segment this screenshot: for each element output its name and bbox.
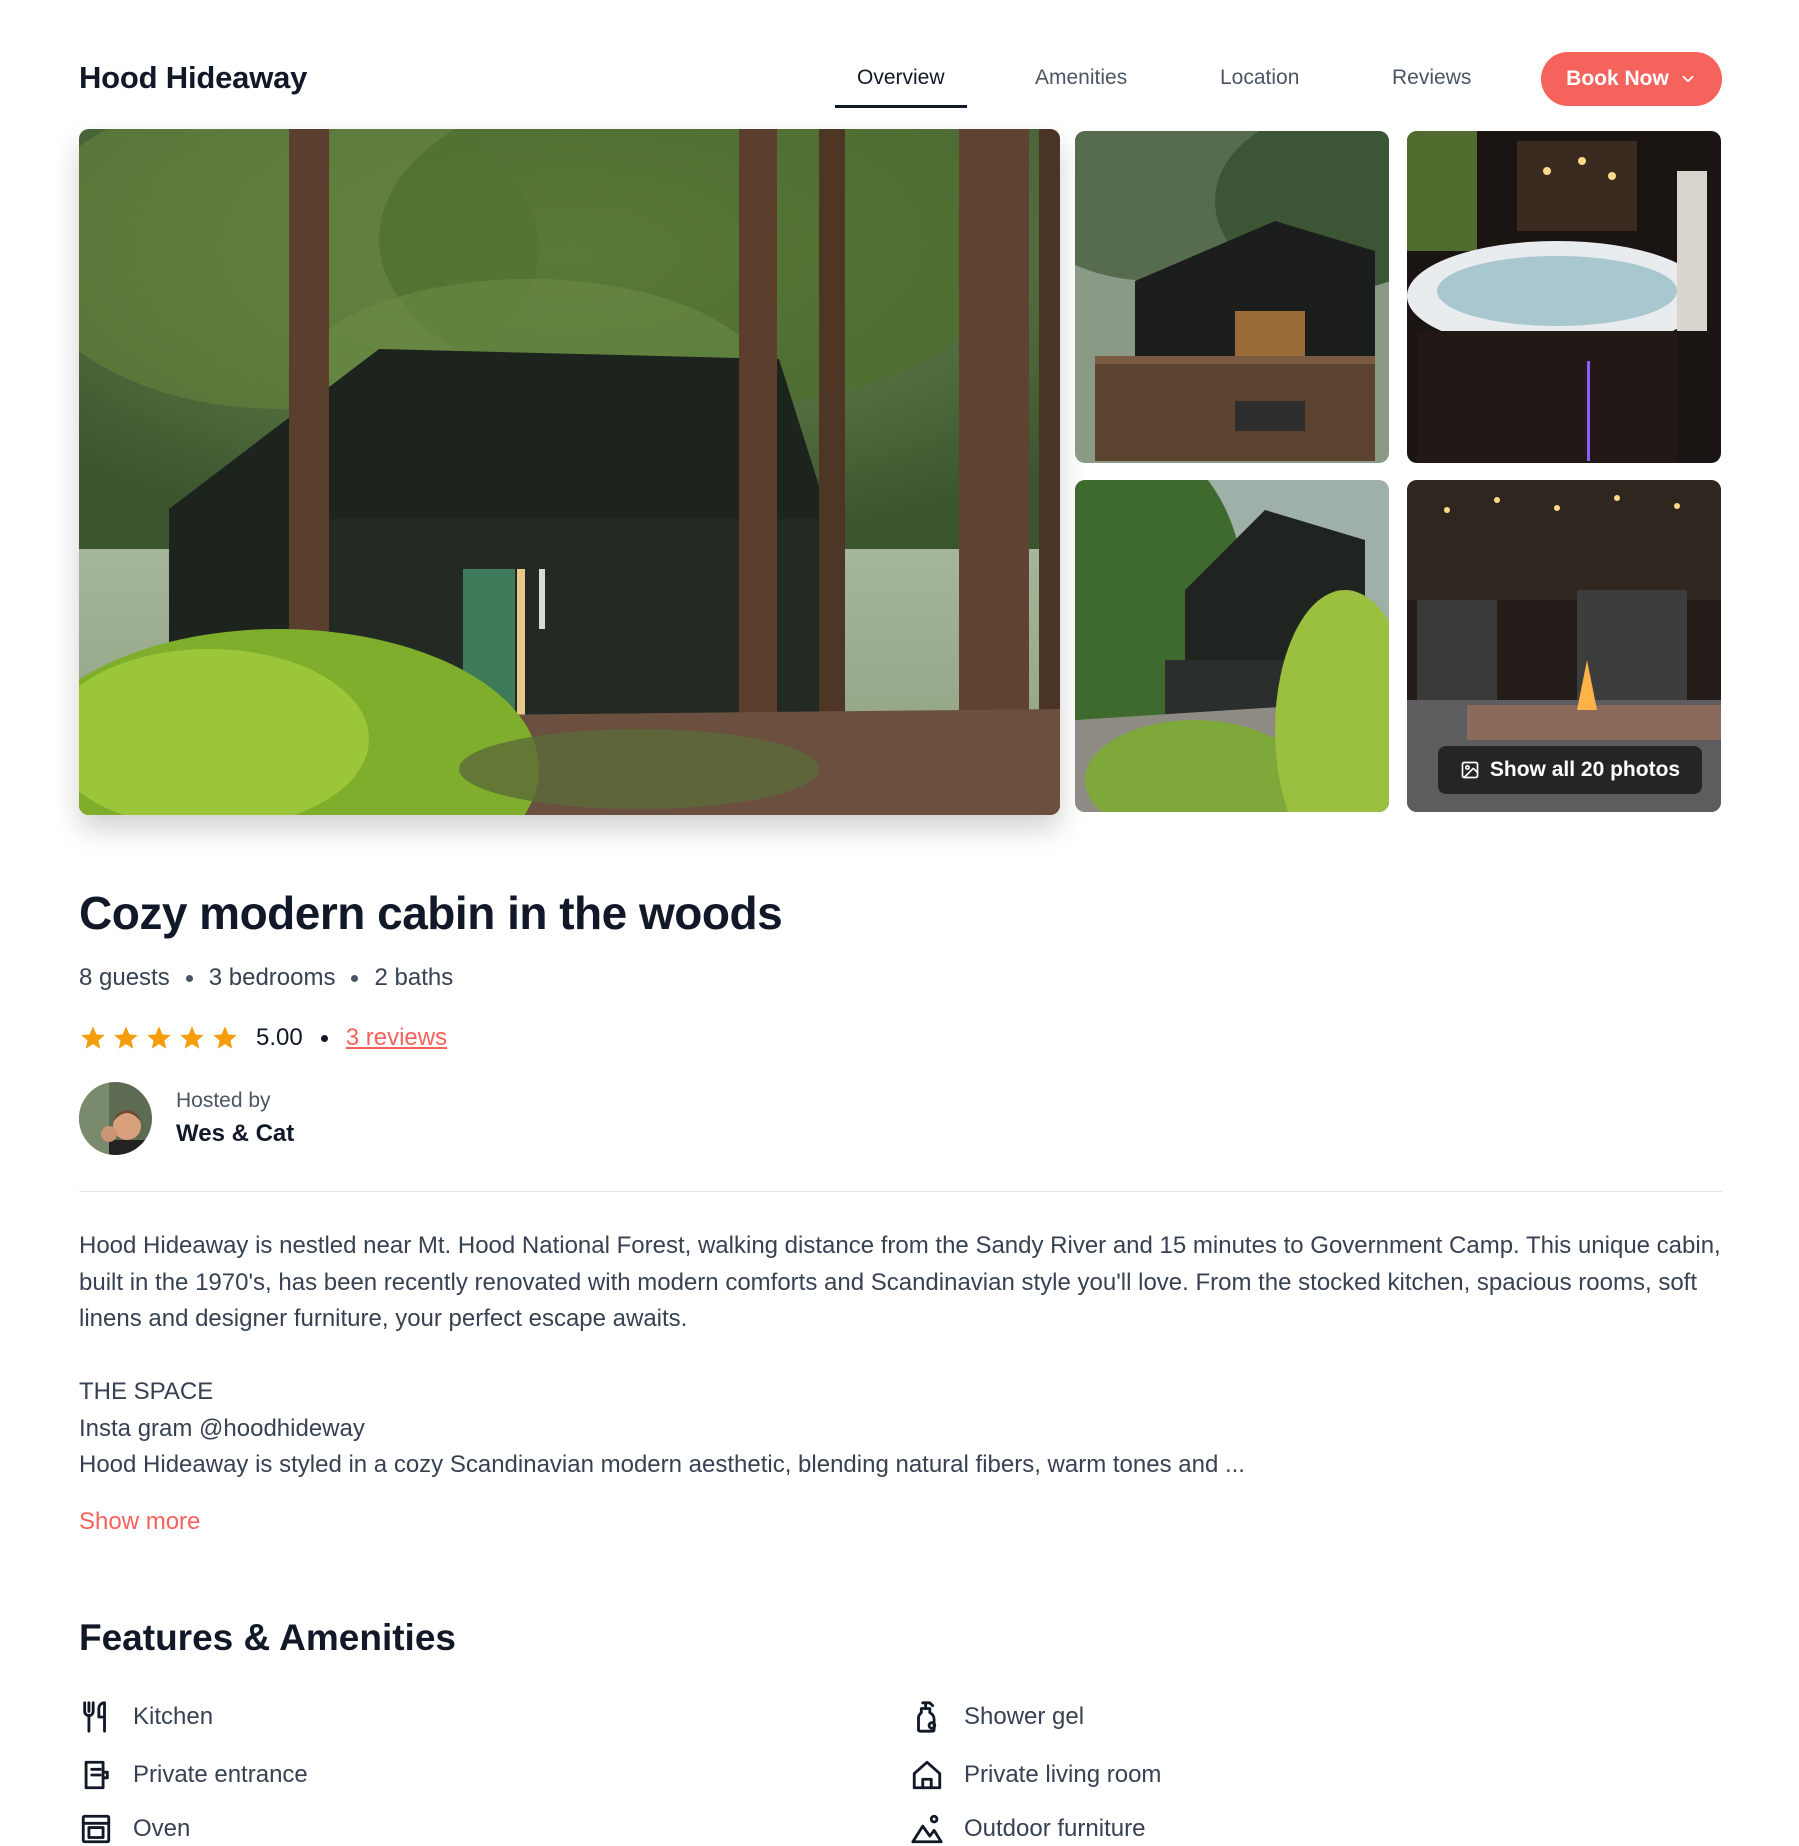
gallery-photo-exterior[interactable]: [1075, 480, 1389, 812]
amenity-label: Private living room: [964, 1761, 1162, 1788]
separator-dot: [351, 974, 359, 982]
amenity-shower-gel: Shower gel: [910, 1700, 1084, 1734]
door-icon: [84, 1760, 109, 1790]
nav-active-indicator: [835, 105, 967, 108]
baths-count: 2 baths: [374, 964, 454, 991]
main-photo[interactable]: [79, 129, 1060, 815]
space-section: THE SPACE Insta gram @hoodhideway Hood H…: [79, 1374, 1729, 1484]
amenity-label: Outdoor furniture: [964, 1815, 1146, 1842]
rating-value: 5.00: [256, 1024, 303, 1051]
amenity-private-living-room: Private living room: [910, 1758, 1161, 1792]
host-avatar[interactable]: [79, 1082, 152, 1155]
book-now-label: Book Now: [1566, 67, 1669, 90]
amenity-outdoor-furniture: Outdoor furniture: [910, 1812, 1145, 1846]
show-more-link[interactable]: Show more: [79, 1508, 200, 1536]
chevron-down-icon: [1682, 75, 1694, 83]
star-icon: [180, 1026, 204, 1049]
reviews-link[interactable]: 3 reviews: [346, 1024, 447, 1052]
section-divider: [79, 1191, 1722, 1192]
gallery-photo-hot-tub[interactable]: [1407, 131, 1721, 463]
insta-line: Insta gram @hoodhideway: [79, 1414, 365, 1442]
image-icon: [1461, 761, 1479, 779]
utensils-icon: [83, 1701, 106, 1733]
bedrooms-count: 3 bedrooms: [208, 964, 336, 991]
amenity-private-entrance: Private entrance: [79, 1758, 308, 1792]
hosted-by-label: Hosted by: [176, 1089, 271, 1112]
amenity-oven: Oven: [79, 1812, 190, 1846]
nav-link-amenities[interactable]: Amenities: [1035, 66, 1127, 90]
nav-link-overview[interactable]: Overview: [857, 66, 945, 90]
star-icon: [147, 1026, 171, 1049]
listing-title: Cozy modern cabin in the woods: [79, 887, 783, 939]
show-all-label: Show all 20 photos: [1489, 758, 1681, 781]
amenity-kitchen: Kitchen: [79, 1700, 213, 1734]
brand-logo[interactable]: Hood Hideaway: [79, 60, 307, 96]
star-icon: [213, 1026, 237, 1049]
space-heading: THE SPACE: [79, 1378, 214, 1405]
gallery-photo-deck[interactable]: [1075, 131, 1389, 463]
space-text: Hood Hideaway is styled in a cozy Scandi…: [79, 1451, 1245, 1478]
amenity-label: Oven: [133, 1815, 191, 1842]
description-paragraph: Hood Hideaway is nestled near Mt. Hood N…: [79, 1232, 1721, 1332]
mountain-sun-icon: [911, 1814, 943, 1844]
star-icon: [114, 1026, 138, 1049]
host-name: Wes & Cat: [176, 1120, 295, 1147]
soap-bottle-icon: [917, 1701, 937, 1733]
nav-link-location[interactable]: Location: [1220, 66, 1299, 90]
home-icon: [912, 1760, 942, 1790]
amenity-label: Shower gel: [964, 1703, 1085, 1730]
listing-specs: 8 guests 3 bedrooms 2 baths: [79, 964, 453, 992]
features-title: Features & Amenities: [79, 1617, 456, 1658]
amenity-label: Private entrance: [133, 1761, 308, 1788]
nav-link-reviews[interactable]: Reviews: [1392, 66, 1471, 90]
show-all-photos-button[interactable]: Show all 20 photos: [1438, 746, 1702, 794]
star-icon: [81, 1026, 105, 1049]
amenity-label: Kitchen: [133, 1703, 214, 1730]
oven-icon: [81, 1814, 111, 1844]
book-now-button[interactable]: Book Now: [1541, 52, 1722, 106]
separator-dot: [185, 974, 193, 982]
rating-row: 5.00 3 reviews: [79, 1024, 447, 1052]
separator-dot: [320, 1034, 328, 1042]
top-nav: Hood Hideaway Overview Amenities Locatio…: [0, 0, 1799, 130]
guests-count: 8 guests: [79, 964, 170, 991]
